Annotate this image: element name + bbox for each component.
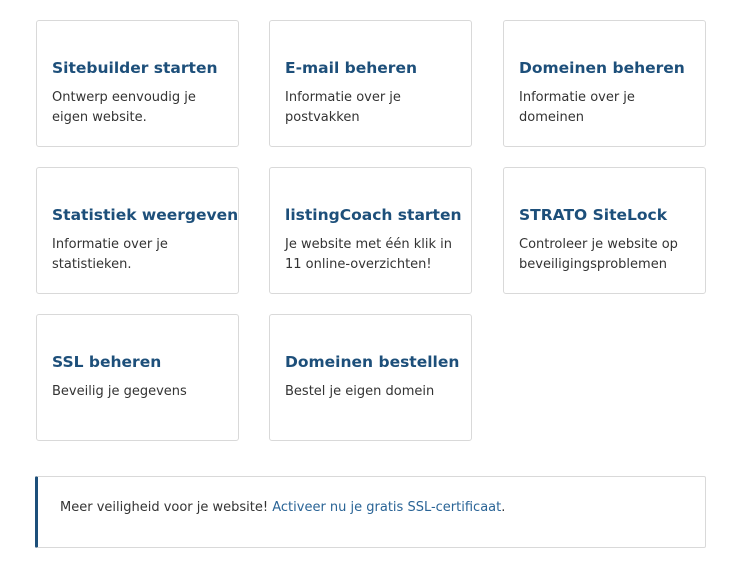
- card-statistics[interactable]: Statistiek weergeven Informatie over je …: [36, 167, 239, 294]
- card-title: listingCoach starten: [285, 206, 462, 224]
- notice-text: Meer veiligheid voor je website!: [60, 500, 273, 515]
- card-title: Statistiek weergeven: [52, 206, 239, 224]
- card-title: Domeinen bestellen: [285, 353, 460, 371]
- card-description: Beveilig je gegevens: [52, 384, 187, 399]
- card-description: Informatie over je statistieken.: [52, 237, 168, 272]
- card-description: Informatie over je domeinen: [519, 90, 635, 125]
- card-sitebuilder[interactable]: Sitebuilder starten Ontwerp eenvoudig je…: [36, 20, 239, 147]
- card-description: Bestel je eigen domein: [285, 384, 435, 399]
- card-email[interactable]: E-mail beheren Informatie over je postva…: [269, 20, 472, 147]
- card-description: Informatie over je postvakken: [285, 90, 401, 125]
- card-description: Je website met één klik in 11 online-ove…: [285, 237, 452, 272]
- card-listingcoach[interactable]: listingCoach starten Je website met één …: [269, 167, 472, 294]
- card-title: STRATO SiteLock: [519, 206, 668, 224]
- card-title: SSL beheren: [52, 353, 162, 371]
- activate-ssl-link[interactable]: Activeer nu je gratis SSL-certificaat: [272, 500, 501, 515]
- card-ssl[interactable]: SSL beheren Beveilig je gegevens: [36, 314, 239, 441]
- notice-suffix: .: [501, 500, 506, 515]
- card-title: E-mail beheren: [285, 59, 417, 77]
- card-order-domains[interactable]: Domeinen bestellen Bestel je eigen domei…: [269, 314, 472, 441]
- card-sitelock[interactable]: STRATO SiteLock Controleer je website op…: [503, 167, 706, 294]
- card-domains[interactable]: Domeinen beheren Informatie over je dome…: [503, 20, 706, 147]
- card-title: Domeinen beheren: [519, 59, 685, 77]
- ssl-notice: Meer veiligheid voor je website! Activee…: [35, 476, 706, 548]
- card-description: Ontwerp eenvoudig je eigen website.: [52, 90, 196, 125]
- card-description: Controleer je website op beveiligingspro…: [519, 237, 678, 272]
- card-title: Sitebuilder starten: [52, 59, 218, 77]
